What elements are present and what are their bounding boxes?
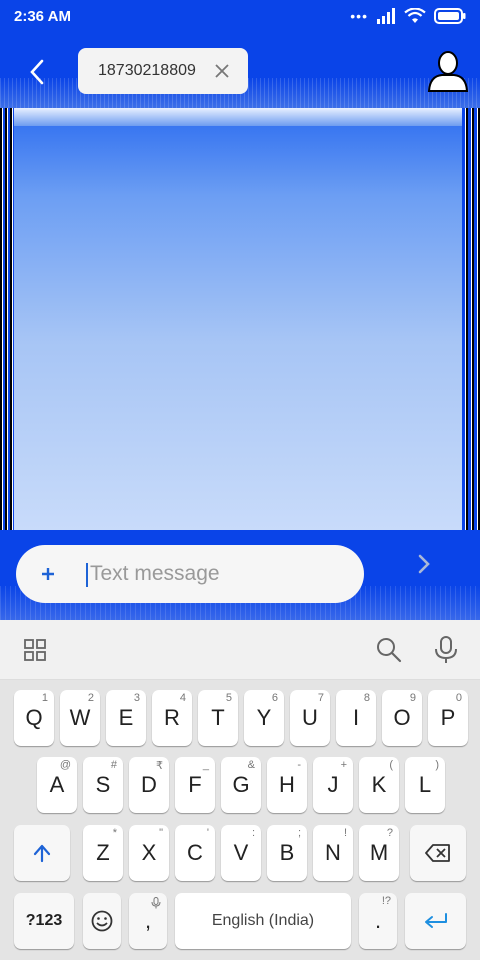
shift-arrow-icon: [33, 844, 51, 863]
send-button[interactable]: [410, 550, 438, 578]
status-bar: 2:36 AM •••: [0, 0, 480, 34]
key-z[interactable]: Z *: [83, 825, 123, 881]
status-icons: •••: [350, 8, 466, 24]
close-icon: [215, 64, 229, 78]
compose-bar: [0, 530, 480, 620]
back-button[interactable]: [22, 54, 52, 90]
wifi-icon: [404, 8, 426, 23]
key-a[interactable]: A @: [37, 757, 77, 813]
key-c[interactable]: C ': [175, 825, 215, 881]
key-u[interactable]: U7: [290, 690, 330, 746]
key-o[interactable]: O9: [382, 690, 422, 746]
status-time: 2:36 AM: [14, 8, 71, 25]
key-h[interactable]: H-: [267, 757, 307, 813]
apps-grid-icon[interactable]: [24, 639, 46, 661]
message-input-container[interactable]: [16, 545, 364, 603]
plus-icon: [42, 568, 54, 580]
key-d[interactable]: D ₹: [129, 757, 169, 813]
microphone-icon[interactable]: [433, 636, 459, 664]
message-area-top-band: [10, 108, 466, 126]
key-w[interactable]: W2: [60, 690, 100, 746]
shift-key[interactable]: [14, 825, 70, 881]
period-key[interactable]: .!?: [359, 893, 397, 949]
key-v[interactable]: V:: [221, 825, 261, 881]
chevron-right-icon: [418, 554, 430, 574]
small-mic-icon: [151, 897, 161, 909]
keyboard-toolbar: [0, 620, 480, 680]
conversation-header: 18730218809: [0, 34, 480, 108]
key-s[interactable]: S #: [83, 757, 123, 813]
message-background: [10, 112, 466, 530]
text-cursor: [86, 563, 88, 587]
key-b[interactable]: B;: [267, 825, 307, 881]
search-icon[interactable]: [376, 637, 402, 663]
chevron-left-icon: [30, 59, 44, 85]
keyboard: Q1 W2 E3 R4 T5 Y6 U7 I8 O9 P0 A @ S # D ₹ F…: [0, 680, 480, 960]
enter-key[interactable]: [405, 893, 466, 949]
recipient-number: 18730218809: [98, 62, 196, 79]
symbols-key[interactable]: ?123: [14, 893, 74, 949]
person-icon: [427, 51, 469, 92]
key-q[interactable]: Q1: [14, 690, 54, 746]
key-p[interactable]: P0: [428, 690, 468, 746]
message-input[interactable]: [90, 559, 340, 589]
key-e[interactable]: E3: [106, 690, 146, 746]
key-x[interactable]: X ": [129, 825, 169, 881]
emoji-key[interactable]: [83, 893, 121, 949]
key-l[interactable]: L): [405, 757, 445, 813]
enter-icon: [424, 913, 447, 928]
more-dots-icon: •••: [350, 8, 368, 24]
battery-icon: [434, 8, 466, 24]
remove-recipient-button[interactable]: [212, 61, 232, 81]
right-edge-artifact: [462, 108, 480, 530]
comma-key[interactable]: ,: [129, 893, 167, 949]
contact-avatar[interactable]: [426, 48, 470, 92]
attach-button[interactable]: [36, 562, 60, 586]
backspace-icon: [425, 844, 450, 862]
left-edge-artifact: [0, 108, 14, 530]
key-m[interactable]: M?: [359, 825, 399, 881]
key-r[interactable]: R4: [152, 690, 192, 746]
key-g[interactable]: G &: [221, 757, 261, 813]
key-y[interactable]: Y6: [244, 690, 284, 746]
message-area: [0, 108, 480, 530]
smiley-icon: [91, 910, 113, 932]
key-i[interactable]: I8: [336, 690, 376, 746]
key-j[interactable]: J +: [313, 757, 353, 813]
key-f[interactable]: F _: [175, 757, 215, 813]
space-key[interactable]: English (India): [175, 893, 351, 949]
key-t[interactable]: T5: [198, 690, 238, 746]
signal-icon: [377, 8, 395, 24]
key-n[interactable]: N!: [313, 825, 353, 881]
recipient-chip[interactable]: 18730218809: [78, 48, 248, 94]
backspace-key[interactable]: [410, 825, 466, 881]
key-k[interactable]: K(: [359, 757, 399, 813]
